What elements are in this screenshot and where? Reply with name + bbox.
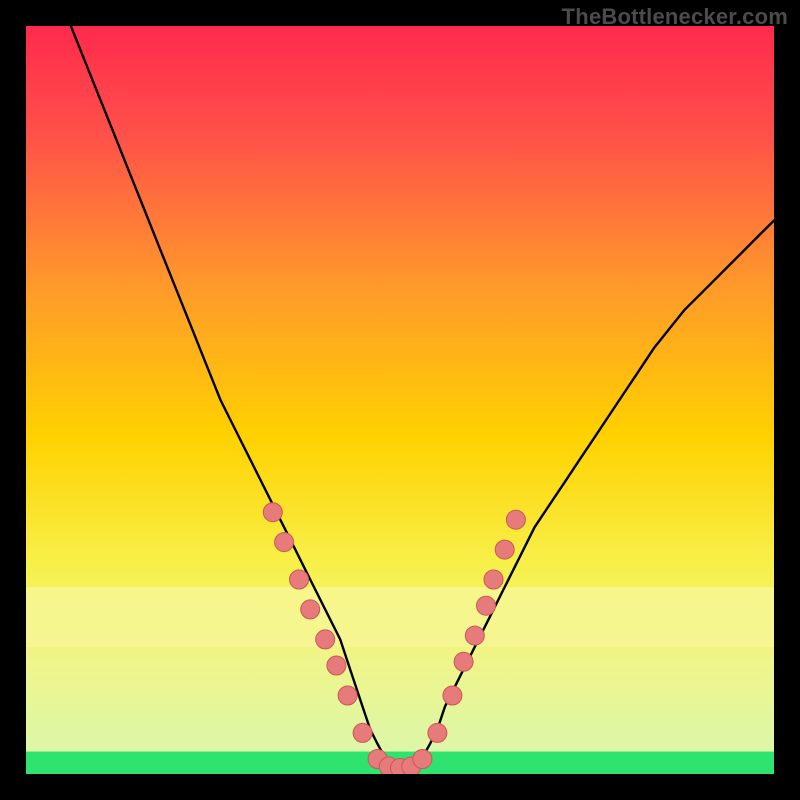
highlight-dot (465, 626, 484, 645)
highlight-dot (477, 596, 496, 615)
highlight-dot (454, 652, 473, 671)
highlight-dot (495, 540, 514, 559)
highlight-dot (316, 630, 335, 649)
plot-area (26, 26, 774, 774)
band-pale-yellow (26, 587, 774, 647)
highlight-dot (275, 533, 294, 552)
highlight-dot (290, 570, 309, 589)
frame: TheBottlenecker.com (0, 0, 800, 800)
gradient-background (26, 26, 774, 774)
highlight-dot (428, 723, 447, 742)
highlight-dot (301, 600, 320, 619)
highlight-dot (353, 723, 372, 742)
highlight-dot (327, 656, 346, 675)
highlight-dot (506, 510, 525, 529)
highlight-dot (263, 503, 282, 522)
highlight-dot (484, 570, 503, 589)
attribution-text: TheBottlenecker.com (562, 4, 788, 30)
highlight-dot (338, 686, 357, 705)
bottleneck-curve-chart (26, 26, 774, 774)
highlight-dot (443, 686, 462, 705)
highlight-dot (413, 750, 432, 769)
